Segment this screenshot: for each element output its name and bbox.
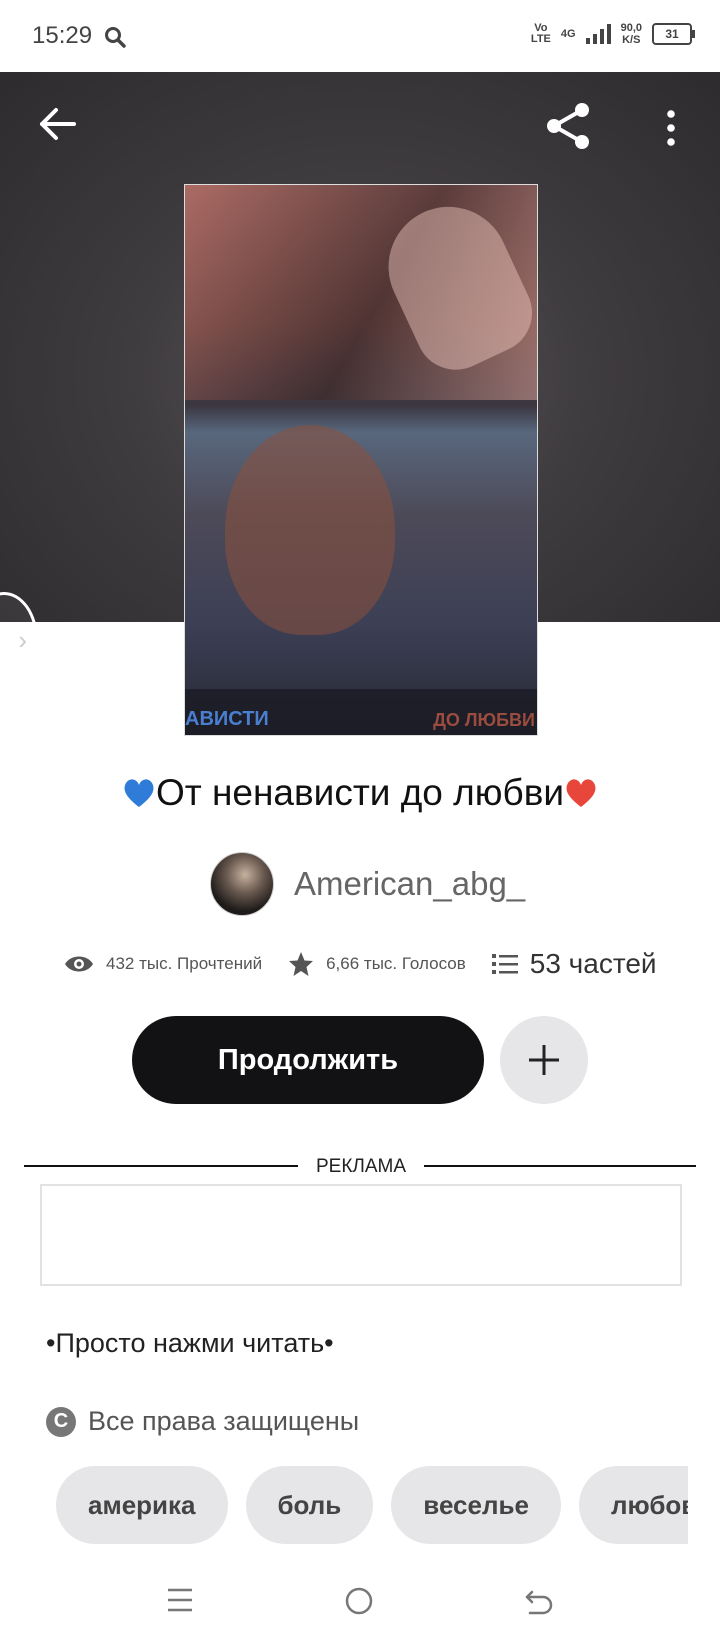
status-time: 15:29 — [32, 22, 93, 49]
star-icon — [289, 952, 314, 976]
reads-count: 432 тыс. Прочтений — [106, 954, 263, 973]
status-bar: 15:29 Vo LTE 4G 90,0 K/S 31 — [0, 0, 720, 72]
more-vertical-icon[interactable] — [656, 108, 686, 148]
tag-chip[interactable]: любовь — [578, 1466, 688, 1544]
share-icon[interactable] — [542, 100, 594, 152]
divider — [24, 1165, 298, 1167]
reads-stat: 432 тыс. Прочтений — [64, 954, 262, 974]
copyright-icon: C — [46, 1406, 76, 1437]
eye-icon — [65, 956, 93, 972]
volte-indicator: Vo LTE — [530, 22, 551, 45]
back-icon[interactable] — [524, 1586, 554, 1616]
author-row[interactable]: American_abg_ — [210, 852, 525, 916]
copyright-text: Все права защищены — [88, 1406, 360, 1436]
chevron-right-icon: › — [18, 625, 27, 655]
parts-count[interactable]: 53 частей — [530, 948, 657, 980]
story-title-text: От ненависти до любви — [155, 772, 565, 813]
network-speed: 90,0 K/S — [620, 22, 642, 46]
tag-chip[interactable]: америка — [56, 1466, 228, 1544]
search-icon — [105, 27, 126, 48]
continue-reading-button[interactable]: Продолжить — [132, 1016, 484, 1104]
ad-banner[interactable] — [40, 1184, 682, 1286]
tag-chip[interactable]: боль — [245, 1466, 374, 1544]
plus-icon — [529, 1045, 559, 1075]
tag-list: америка боль веселье любовь — [56, 1466, 688, 1544]
cover-caption-right: ДО ЛЮБВИ — [433, 710, 535, 730]
story-title: От ненависти до любви — [0, 772, 720, 814]
avatar[interactable] — [210, 852, 274, 916]
parts-stat[interactable]: 53 частей — [491, 948, 657, 980]
system-nav-bar — [0, 1560, 720, 1640]
arrow-left-icon[interactable] — [38, 104, 78, 144]
network-type: 4G — [560, 28, 576, 40]
blue-heart-icon — [124, 779, 154, 807]
story-description: •Просто нажми читать• — [46, 1328, 334, 1358]
book-cover[interactable]: АВИСТИ ДО ЛЮБВИ — [184, 184, 538, 736]
menu-icon[interactable] — [166, 1586, 194, 1614]
author-name[interactable]: American_abg_ — [294, 865, 525, 903]
tag-chip[interactable]: веселье — [391, 1466, 561, 1544]
status-indicators: Vo LTE 4G 90,0 K/S 31 — [530, 22, 695, 46]
list-icon — [491, 954, 518, 974]
cover-caption-left: АВИСТИ — [185, 708, 269, 730]
signal-icon — [585, 24, 611, 44]
copyright-row: C Все права защищены — [46, 1406, 359, 1437]
home-icon[interactable] — [344, 1586, 374, 1616]
votes-stat: 6,66 тыс. Голосов — [288, 951, 466, 977]
ad-label: РЕКЛАМА — [315, 1156, 407, 1177]
story-stats: 432 тыс. Прочтений 6,66 тыс. Голосов 53 … — [64, 948, 684, 980]
red-heart-icon — [566, 779, 596, 807]
add-to-library-button[interactable] — [500, 1016, 588, 1104]
votes-count: 6,66 тыс. Голосов — [326, 954, 466, 973]
battery-icon: 31 — [652, 23, 695, 45]
divider — [424, 1165, 696, 1167]
